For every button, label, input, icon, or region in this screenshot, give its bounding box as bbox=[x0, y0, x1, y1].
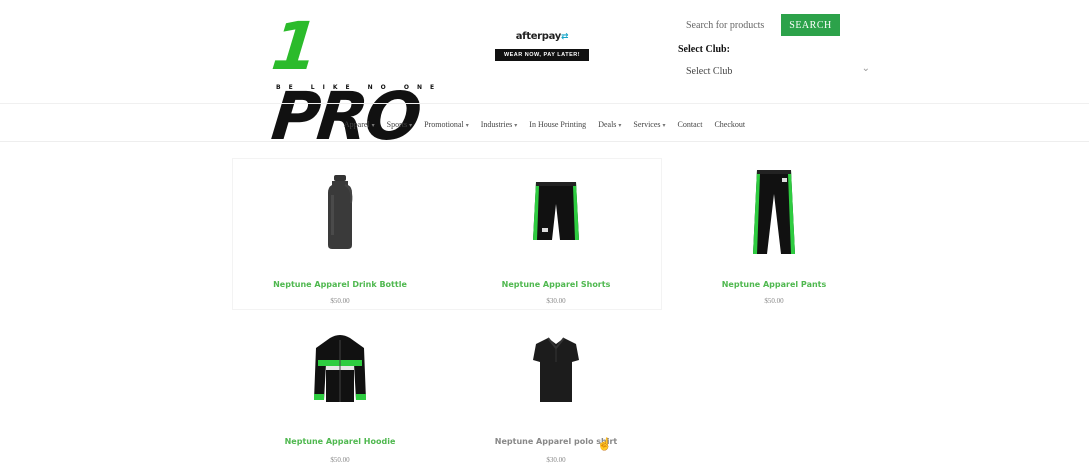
product-title[interactable]: Neptune Apparel Shorts bbox=[466, 280, 646, 289]
caret-down-icon: ▾ bbox=[465, 123, 469, 129]
product-card-polo-shirt[interactable]: Neptune Apparel polo shirt $30.00 bbox=[466, 322, 646, 464]
polo-shirt-icon bbox=[533, 337, 579, 402]
caret-down-icon: ▾ bbox=[618, 123, 622, 129]
select-club-dropdown[interactable]: Select Club ⌄ bbox=[678, 60, 876, 80]
afterpay-badge: afterpay⇄ WEAR NOW, PAY LATER! bbox=[495, 31, 589, 61]
nav-item-checkout[interactable]: Checkout bbox=[714, 120, 745, 129]
nav-item-apparel[interactable]: Apparel ▾ bbox=[344, 120, 375, 129]
nav-item-sports[interactable]: Sports ▾ bbox=[387, 120, 412, 129]
nav-divider bbox=[0, 141, 1089, 142]
drink-bottle-icon bbox=[328, 175, 353, 249]
logo-tagline: BE LIKE NO ONE bbox=[276, 84, 443, 91]
afterpay-logo-text: afterpay bbox=[515, 31, 562, 42]
nav-item-label: Services bbox=[633, 120, 661, 129]
nav-item-label: Promotional bbox=[424, 120, 464, 129]
nav-item-label: In House Printing bbox=[529, 120, 587, 129]
product-price: $30.00 bbox=[546, 456, 566, 464]
caret-down-icon: ▾ bbox=[371, 123, 375, 129]
shorts-icon bbox=[533, 182, 579, 240]
product-title[interactable]: Neptune Apparel Drink Bottle bbox=[250, 280, 430, 289]
site-logo[interactable]: 1PRO BE LIKE NO ONE bbox=[268, 8, 434, 155]
select-club-label: Select Club: bbox=[678, 44, 730, 55]
nav-item-industries[interactable]: Industries ▾ bbox=[481, 120, 518, 129]
product-title[interactable]: Neptune Apparel Hoodie bbox=[250, 437, 430, 446]
header-divider bbox=[0, 103, 1089, 104]
product-title[interactable]: Neptune Apparel polo shirt bbox=[466, 437, 646, 446]
hand-cursor-icon: ☝ bbox=[597, 437, 612, 451]
nav-item-label: Industries bbox=[480, 120, 513, 129]
product-card-drink-bottle[interactable]: Neptune Apparel Drink Bottle $50.00 bbox=[250, 160, 430, 310]
caret-down-icon: ▾ bbox=[514, 123, 518, 129]
afterpay-logo: afterpay⇄ bbox=[495, 31, 589, 42]
product-price: $50.00 bbox=[330, 456, 350, 464]
main-nav: Apparel ▾ Sports ▾ Promotional ▾ Industries ▾ In… bbox=[0, 120, 1089, 129]
hoodie-icon bbox=[314, 335, 366, 402]
nav-item-label: Checkout bbox=[714, 120, 746, 129]
nav-item-services[interactable]: Services ▾ bbox=[633, 120, 665, 129]
product-price: $30.00 bbox=[546, 297, 566, 305]
logo-wordmark: 1PRO bbox=[268, 8, 422, 155]
select-club-value: Select Club bbox=[686, 66, 733, 77]
pants-icon bbox=[753, 170, 795, 254]
nav-item-label: Contact bbox=[677, 120, 703, 129]
nav-item-promotional[interactable]: Promotional ▾ bbox=[424, 120, 469, 129]
caret-down-icon: ▾ bbox=[409, 123, 413, 129]
afterpay-arrows-icon: ⇄ bbox=[561, 32, 569, 42]
nav-item-contact[interactable]: Contact bbox=[678, 120, 703, 129]
search-button[interactable]: SEARCH bbox=[781, 14, 840, 36]
nav-item-label: Sports bbox=[386, 120, 408, 129]
nav-item-deals[interactable]: Deals ▾ bbox=[598, 120, 621, 129]
caret-down-icon: ▾ bbox=[662, 123, 666, 129]
afterpay-pill: WEAR NOW, PAY LATER! bbox=[495, 49, 589, 61]
chevron-down-icon: ⌄ bbox=[861, 63, 870, 74]
logo-one: 1 bbox=[268, 8, 320, 85]
nav-item-in-house-printing[interactable]: In House Printing bbox=[529, 120, 586, 129]
product-price: $50.00 bbox=[330, 297, 350, 305]
product-card-pants[interactable]: Neptune Apparel Pants $50.00 bbox=[684, 160, 864, 310]
nav-item-label: Deals bbox=[598, 120, 617, 129]
product-title[interactable]: Neptune Apparel Pants bbox=[684, 280, 864, 289]
product-card-hoodie[interactable]: Neptune Apparel Hoodie $50.00 bbox=[250, 322, 430, 464]
search-input[interactable] bbox=[678, 15, 780, 35]
product-price: $50.00 bbox=[764, 297, 784, 305]
nav-item-label: Apparel bbox=[343, 120, 370, 129]
product-card-shorts[interactable]: Neptune Apparel Shorts $30.00 bbox=[466, 160, 646, 310]
